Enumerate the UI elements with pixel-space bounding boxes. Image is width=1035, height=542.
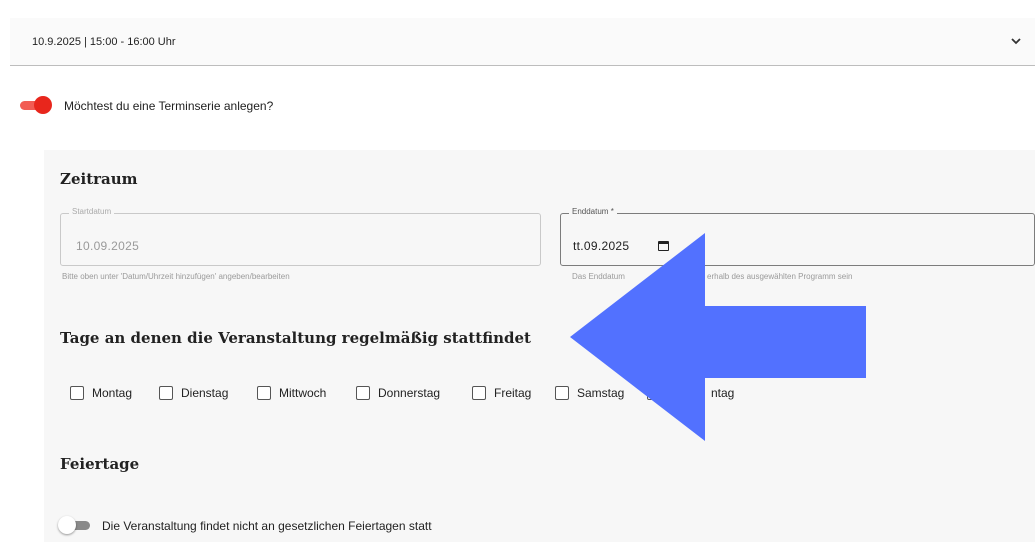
end-date-hint-start: Das Enddatum [572, 272, 625, 281]
holidays-toggle-label: Die Veranstaltung findet nicht an gesetz… [102, 519, 432, 533]
date-time-select[interactable]: 10.9.2025 | 15:00 - 16:00 Uhr [10, 18, 1035, 66]
checkbox[interactable] [257, 386, 271, 400]
start-date-value: 10.09.2025 [76, 239, 140, 253]
zeitraum-heading: Zeitraum [60, 170, 138, 188]
checkbox[interactable] [647, 386, 661, 400]
holidays-toggle[interactable] [58, 516, 92, 534]
checkbox[interactable] [472, 386, 486, 400]
end-date-legend: Enddatum * [569, 207, 617, 216]
weekday-label: Donnerstag [378, 386, 441, 400]
toggle-knob [34, 96, 52, 114]
weekday-label: Mittwoch [279, 386, 327, 400]
checkbox[interactable] [70, 386, 84, 400]
weekday-label: Freitag [494, 386, 532, 400]
series-toggle-label: Möchtest du eine Terminserie anlegen? [64, 99, 274, 113]
chevron-down-icon[interactable] [1011, 34, 1021, 48]
series-toggle[interactable] [18, 96, 52, 114]
weekday-label: Dienstag [181, 386, 229, 400]
checkbox[interactable] [555, 386, 569, 400]
weekday-label: Samstag [577, 386, 625, 400]
holidays-heading: Feiertage [60, 455, 140, 473]
toggle-knob [58, 516, 76, 534]
date-time-value: 10.9.2025 | 15:00 - 16:00 Uhr [32, 36, 176, 48]
end-date-hint-end: erhalb des ausgewählten Programm sein [707, 272, 853, 281]
weekdays-heading: Tage an denen die Veranstaltung regelmäß… [60, 329, 531, 347]
end-date-field[interactable]: Enddatum * tt.09.2025 [560, 207, 1035, 266]
weekday-label: Montag [92, 386, 133, 400]
checkbox[interactable] [356, 386, 370, 400]
end-date-input[interactable]: tt.09.2025 [573, 239, 629, 253]
calendar-icon[interactable] [658, 241, 669, 251]
weekday-label: ntag [711, 386, 735, 400]
start-date-hint: Bitte oben unter 'Datum/Uhrzeit hinzufüg… [62, 272, 290, 281]
start-date-legend: Startdatum [69, 207, 115, 216]
checkbox[interactable] [159, 386, 173, 400]
start-date-field: Startdatum 10.09.2025 [60, 207, 541, 266]
